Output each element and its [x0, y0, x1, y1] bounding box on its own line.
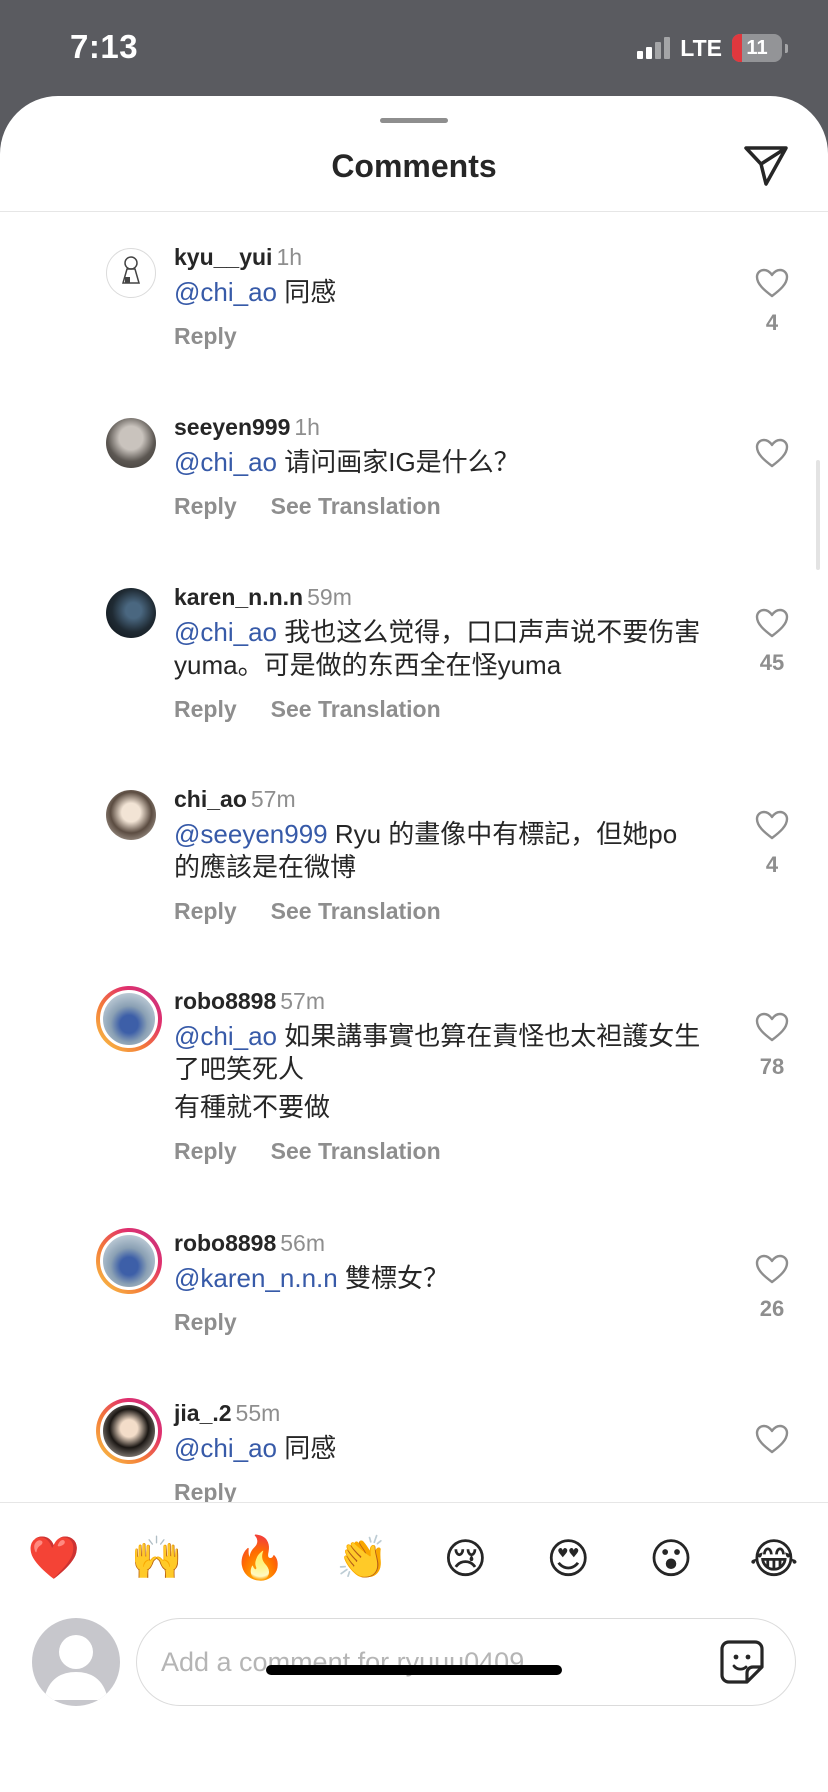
reaction-laughing-icon[interactable]: 😂 [744, 1528, 804, 1588]
comment-username[interactable]: chi_ao [174, 786, 247, 812]
default-avatar-icon [44, 1635, 108, 1700]
reply-button[interactable]: Reply [174, 898, 237, 925]
status-time: 7:13 [70, 28, 139, 65]
reaction-heart-icon[interactable]: ❤️ [24, 1528, 84, 1588]
heart-icon [755, 1254, 789, 1284]
comments-sheet: Comments kyu__yui 1h @chi_ao 同感 Reply 4 … [0, 96, 828, 1792]
comment-mention[interactable]: @chi_ao [174, 1433, 277, 1463]
comment-mention[interactable]: @karen_n.n.n [174, 1263, 338, 1293]
sticker-button[interactable] [719, 1639, 765, 1685]
signal-icon [637, 37, 671, 59]
comment-username[interactable]: karen_n.n.n [174, 584, 303, 610]
heart-icon [755, 810, 789, 840]
like-count: 4 [765, 310, 779, 335]
sheet-grabber[interactable] [380, 118, 448, 123]
comment-mention[interactable]: @chi_ao [174, 617, 277, 647]
reply-button[interactable]: Reply [174, 323, 237, 350]
avatar-sketch-icon [122, 256, 140, 284]
comment-time: 56m [280, 1230, 326, 1256]
comment-username[interactable]: jia_.2 [174, 1400, 232, 1426]
avatar [100, 990, 158, 1048]
like-button[interactable]: 4 [752, 810, 792, 878]
avatar-story-ring[interactable] [96, 1398, 162, 1464]
like-button[interactable]: 4 [752, 268, 792, 336]
comment-mention[interactable]: @chi_ao [174, 447, 277, 477]
comment-text: 请问画家IG是什么？ [277, 447, 520, 477]
comment-time: 1h [276, 244, 303, 270]
network-type: LTE [680, 34, 722, 61]
avatar[interactable] [106, 588, 156, 638]
status-bar: 7:13 LTE 11 [0, 0, 828, 100]
reply-button[interactable]: Reply [174, 493, 237, 520]
like-count: 4 [765, 852, 779, 877]
current-user-avatar[interactable] [32, 1618, 120, 1706]
avatar[interactable] [106, 248, 156, 298]
home-indicator[interactable] [266, 1665, 562, 1675]
avatar-story-ring[interactable] [96, 1228, 162, 1294]
comment-time: 55m [235, 1400, 281, 1426]
comment-text: 同感 [277, 1433, 337, 1463]
heart-icon [755, 1424, 789, 1454]
heart-icon [755, 438, 789, 468]
heart-icon [755, 268, 789, 298]
heart-icon [755, 608, 789, 638]
like-count: 78 [759, 1054, 785, 1079]
comment-text: 同感 [277, 277, 337, 307]
avatar-story-ring[interactable] [96, 986, 162, 1052]
like-button[interactable] [752, 1424, 792, 1466]
footer-divider [0, 1502, 828, 1503]
comment-mention[interactable]: @chi_ao [174, 277, 277, 307]
reply-button[interactable]: Reply [174, 1479, 237, 1502]
reaction-surprised-icon[interactable]: 😮 [641, 1528, 701, 1588]
comment-mention[interactable]: @chi_ao [174, 1021, 277, 1051]
see-translation-button[interactable]: See Translation [271, 1138, 441, 1165]
like-button[interactable] [752, 438, 792, 480]
comment-username[interactable]: seeyen999 [174, 414, 290, 440]
share-button[interactable] [742, 144, 790, 188]
comment-time: 59m [307, 584, 352, 610]
reaction-raised-hands-icon[interactable]: 🙌 [127, 1528, 187, 1588]
reaction-clap-icon[interactable]: 👏 [333, 1528, 393, 1588]
sticker-icon [720, 1640, 764, 1684]
comment-text-line2: 有種就不要做 [174, 1092, 331, 1122]
reaction-bar: ❤️ 🙌 🔥 👏 😢 😍 😮 😂 [24, 1528, 804, 1588]
paper-plane-icon [744, 146, 788, 186]
comment-input[interactable] [161, 1619, 681, 1705]
avatar [100, 1402, 158, 1460]
see-translation-button[interactable]: See Translation [271, 493, 441, 520]
battery-level: 11 [746, 36, 768, 59]
comment-username[interactable]: robo8898 [174, 1230, 276, 1256]
reaction-fire-icon[interactable]: 🔥 [230, 1528, 290, 1588]
comment-mention[interactable]: @seeyen999 [174, 819, 328, 849]
like-count: 45 [759, 650, 785, 675]
avatar[interactable] [106, 418, 156, 468]
comment-input-box[interactable] [136, 1618, 796, 1706]
comment-time: 57m [250, 786, 296, 812]
reply-button[interactable]: Reply [174, 696, 237, 723]
like-button[interactable]: 26 [752, 1254, 792, 1322]
scrollbar[interactable] [816, 460, 820, 570]
reply-button[interactable]: Reply [174, 1309, 237, 1336]
like-button[interactable]: 45 [752, 608, 792, 676]
see-translation-button[interactable]: See Translation [271, 898, 441, 925]
comment-time: 1h [294, 414, 320, 440]
see-translation-button[interactable]: See Translation [271, 696, 441, 723]
reply-button[interactable]: Reply [174, 1138, 237, 1165]
avatar[interactable] [106, 790, 156, 840]
status-icons: LTE 11 [637, 34, 788, 62]
comment-text: 雙標女？ [337, 1263, 449, 1293]
like-count: 26 [759, 1296, 785, 1321]
like-button[interactable]: 78 [752, 1012, 792, 1080]
comment-username[interactable]: robo8898 [174, 988, 276, 1014]
avatar [100, 1232, 158, 1290]
comments-list[interactable]: kyu__yui 1h @chi_ao 同感 Reply 4 seeyen999 1… [0, 212, 828, 1502]
page-title: Comments [331, 148, 497, 184]
comment-username[interactable]: kyu__yui [174, 244, 272, 270]
comment-time: 57m [280, 988, 326, 1014]
comment-composer [32, 1618, 796, 1706]
heart-icon [755, 1012, 789, 1042]
reaction-crying-icon[interactable]: 😢 [435, 1528, 495, 1588]
reaction-heart-eyes-icon[interactable]: 😍 [538, 1528, 598, 1588]
battery-icon: 11 [732, 34, 782, 62]
